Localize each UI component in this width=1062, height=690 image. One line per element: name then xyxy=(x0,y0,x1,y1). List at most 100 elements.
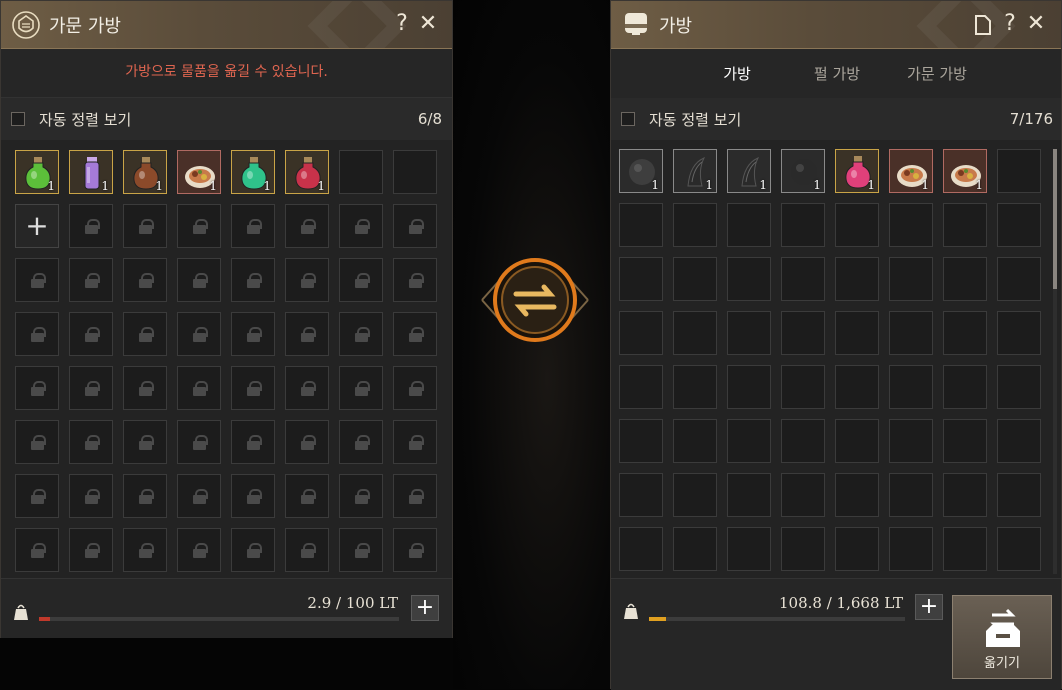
empty-slot[interactable] xyxy=(619,473,663,517)
empty-slot[interactable] xyxy=(997,365,1041,409)
lock-icon xyxy=(409,219,424,234)
inventory-titlebar[interactable]: 가방 ? ✕ xyxy=(611,1,1061,49)
empty-slot[interactable] xyxy=(673,419,717,463)
empty-slot[interactable] xyxy=(997,311,1041,355)
empty-slot[interactable] xyxy=(727,311,771,355)
item-slot[interactable]: 1 xyxy=(123,150,167,194)
item-slot[interactable]: 1 xyxy=(69,150,113,194)
item-slot[interactable]: 1 xyxy=(781,149,825,193)
empty-slot[interactable] xyxy=(997,473,1041,517)
empty-slot[interactable] xyxy=(835,257,879,301)
empty-slot[interactable] xyxy=(889,203,933,247)
inventory-scrollbar[interactable] xyxy=(1053,149,1057,574)
empty-slot[interactable] xyxy=(889,473,933,517)
empty-slot[interactable] xyxy=(727,419,771,463)
empty-slot[interactable] xyxy=(943,365,987,409)
empty-slot[interactable] xyxy=(997,149,1041,193)
item-slot[interactable]: 1 xyxy=(943,149,987,193)
item-quantity: 1 xyxy=(651,178,659,192)
empty-slot[interactable] xyxy=(673,527,717,571)
empty-slot[interactable] xyxy=(619,257,663,301)
empty-slot[interactable] xyxy=(997,527,1041,571)
family-bag-titlebar[interactable]: 가문 가방 ? ✕ xyxy=(1,1,452,49)
empty-slot[interactable] xyxy=(673,203,717,247)
empty-slot[interactable] xyxy=(889,365,933,409)
empty-slot[interactable] xyxy=(339,150,383,194)
empty-slot[interactable] xyxy=(727,365,771,409)
empty-slot[interactable] xyxy=(673,365,717,409)
item-slot[interactable]: 1 xyxy=(727,149,771,193)
empty-slot[interactable] xyxy=(781,419,825,463)
locked-slot xyxy=(123,474,167,518)
move-button[interactable]: 옮기기 xyxy=(952,595,1052,679)
empty-slot[interactable] xyxy=(943,311,987,355)
close-button[interactable]: ✕ xyxy=(1023,10,1049,38)
tab-pearl-bag[interactable]: 펄 가방 xyxy=(797,63,877,84)
empty-slot[interactable] xyxy=(943,473,987,517)
empty-slot[interactable] xyxy=(781,473,825,517)
empty-slot[interactable] xyxy=(997,203,1041,247)
empty-slot[interactable] xyxy=(781,203,825,247)
tab-family-bag[interactable]: 가문 가방 xyxy=(897,63,977,84)
empty-slot[interactable] xyxy=(781,311,825,355)
item-slot[interactable]: 1 xyxy=(835,149,879,193)
item-slot[interactable]: 1 xyxy=(231,150,275,194)
empty-slot[interactable] xyxy=(943,203,987,247)
empty-slot[interactable] xyxy=(619,419,663,463)
empty-slot[interactable] xyxy=(619,203,663,247)
empty-slot[interactable] xyxy=(835,419,879,463)
empty-slot[interactable] xyxy=(943,527,987,571)
empty-slot[interactable] xyxy=(943,419,987,463)
empty-slot[interactable] xyxy=(393,150,437,194)
locked-slot xyxy=(339,204,383,248)
item-slot[interactable]: 1 xyxy=(15,150,59,194)
empty-slot[interactable] xyxy=(619,365,663,409)
empty-slot[interactable] xyxy=(943,257,987,301)
help-button[interactable]: ? xyxy=(389,10,415,38)
empty-slot[interactable] xyxy=(835,473,879,517)
item-slot[interactable]: 1 xyxy=(889,149,933,193)
document-icon[interactable] xyxy=(973,14,993,36)
expand-weight-button[interactable]: + xyxy=(411,595,439,621)
empty-slot[interactable] xyxy=(997,419,1041,463)
item-quantity: 1 xyxy=(155,179,163,193)
item-slot[interactable]: 1 xyxy=(619,149,663,193)
empty-slot[interactable] xyxy=(727,473,771,517)
empty-slot[interactable] xyxy=(727,203,771,247)
expand-weight-button[interactable]: + xyxy=(915,594,943,620)
empty-slot[interactable] xyxy=(781,257,825,301)
empty-slot[interactable] xyxy=(889,311,933,355)
empty-slot[interactable] xyxy=(781,365,825,409)
item-slot[interactable]: 1 xyxy=(177,150,221,194)
empty-slot[interactable] xyxy=(835,365,879,409)
scrollbar-thumb[interactable] xyxy=(1053,149,1057,289)
empty-slot[interactable] xyxy=(619,311,663,355)
lock-icon xyxy=(301,219,316,234)
empty-slot[interactable] xyxy=(619,527,663,571)
empty-slot[interactable] xyxy=(727,257,771,301)
empty-slot[interactable] xyxy=(727,527,771,571)
tab-bag[interactable]: 가방 xyxy=(697,63,777,84)
close-button[interactable]: ✕ xyxy=(415,10,441,38)
empty-slot[interactable] xyxy=(835,311,879,355)
lock-icon xyxy=(301,543,316,558)
lock-icon xyxy=(31,381,46,396)
empty-slot[interactable] xyxy=(889,257,933,301)
empty-slot[interactable] xyxy=(889,527,933,571)
empty-slot[interactable] xyxy=(673,473,717,517)
locked-slot xyxy=(123,204,167,248)
item-slot[interactable]: 1 xyxy=(673,149,717,193)
empty-slot[interactable] xyxy=(781,527,825,571)
empty-slot[interactable] xyxy=(835,527,879,571)
lock-icon xyxy=(409,543,424,558)
empty-slot[interactable] xyxy=(835,203,879,247)
auto-sort-checkbox[interactable] xyxy=(11,112,25,126)
empty-slot[interactable] xyxy=(673,311,717,355)
help-button[interactable]: ? xyxy=(997,10,1023,38)
empty-slot[interactable] xyxy=(673,257,717,301)
empty-slot[interactable] xyxy=(889,419,933,463)
expand-slots-button[interactable]: + xyxy=(15,204,59,248)
empty-slot[interactable] xyxy=(997,257,1041,301)
auto-sort-checkbox[interactable] xyxy=(621,112,635,126)
item-slot[interactable]: 1 xyxy=(285,150,329,194)
